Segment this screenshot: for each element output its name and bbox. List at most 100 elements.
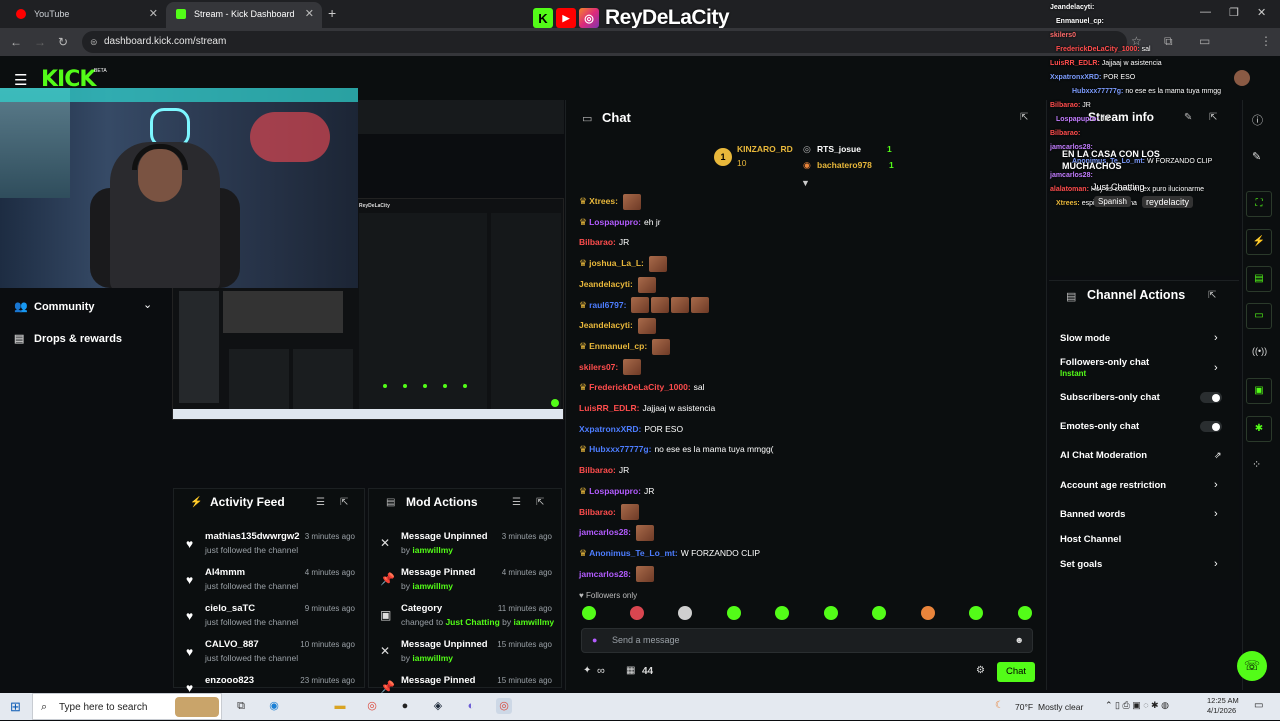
tray-icons[interactable]: ⌃ ▯ ⎙ ▣ ◌ ✱ ◍: [1105, 700, 1169, 711]
weather-desc[interactable]: Mostly clear: [1038, 702, 1083, 712]
rail-shield-button[interactable]: ▣: [1246, 378, 1272, 404]
chat-emote[interactable]: [648, 255, 667, 272]
chat-username[interactable]: Lospapupro:: [589, 486, 641, 496]
file-explorer-icon[interactable]: ▬: [332, 698, 348, 714]
gifter-name[interactable]: RTS_josue: [817, 144, 861, 154]
forward-icon[interactable]: →: [34, 35, 46, 49]
chat-username[interactable]: Bilbarao:: [579, 507, 616, 517]
chrome-active-icon[interactable]: ◎: [496, 698, 512, 714]
chat-username[interactable]: jamcarlos28:: [579, 569, 631, 579]
chevron-right-icon[interactable]: ›: [1214, 362, 1218, 374]
chat-username[interactable]: Bilbarao:: [579, 237, 616, 247]
chat-username[interactable]: joshua_La_L:: [589, 258, 644, 268]
reload-icon[interactable]: ↻: [58, 35, 68, 49]
moderator-name[interactable]: iamwillmy: [412, 653, 453, 663]
chat-username[interactable]: Hubxxx77777g:: [589, 444, 651, 454]
nav-drops-rewards[interactable]: ▤ Drops & rewards: [14, 332, 122, 345]
send-chat-button[interactable]: Chat: [997, 662, 1035, 682]
broadcast-icon[interactable]: ((•)): [1252, 346, 1267, 356]
chat-emote[interactable]: [671, 297, 690, 314]
points-icon[interactable]: ✦: [583, 665, 591, 676]
activity-user[interactable]: enzooo823: [205, 675, 254, 686]
edit-icon[interactable]: ✎: [1184, 112, 1192, 123]
chat-emote[interactable]: [651, 297, 670, 314]
emote-shortcut[interactable]: [921, 606, 935, 620]
address-bar[interactable]: ⊜ dashboard.kick.com/stream: [82, 31, 1127, 53]
info-icon[interactable]: ⓘ: [1252, 112, 1263, 128]
task-view-icon[interactable]: ⧉: [233, 698, 249, 714]
windows-start-icon[interactable]: ⊞: [10, 699, 21, 715]
category-name[interactable]: Just Chatting: [445, 617, 499, 627]
taskbar-search[interactable]: ⌕ Type here to search: [32, 693, 222, 720]
obs-icon[interactable]: ●: [397, 698, 413, 714]
chat-username[interactable]: XxpatronxXRD:: [579, 424, 641, 434]
emote-shortcut[interactable]: [727, 606, 741, 620]
clock-time[interactable]: 12:25 AM: [1207, 696, 1239, 705]
popout-icon[interactable]: ⇱: [1209, 112, 1217, 123]
chat-username[interactable]: Jeandelacyti:: [579, 320, 633, 330]
emote-shortcut[interactable]: [582, 606, 596, 620]
chat-emote[interactable]: [635, 566, 654, 583]
emote-shortcut[interactable]: [775, 606, 789, 620]
chat-emote[interactable]: [652, 338, 671, 355]
chat-emote[interactable]: [631, 297, 650, 314]
external-link-icon[interactable]: ⇗: [1214, 450, 1222, 461]
mic-icon[interactable]: ●: [592, 629, 597, 652]
emote-shortcut[interactable]: [630, 606, 644, 620]
chevron-right-icon[interactable]: ›: [1214, 332, 1218, 344]
extensions-icon[interactable]: ⧉: [1164, 34, 1173, 49]
chevron-right-icon[interactable]: ›: [1214, 558, 1218, 570]
sidepanel-icon[interactable]: ▭: [1199, 34, 1210, 48]
emote-shortcut[interactable]: [872, 606, 886, 620]
filter-icon[interactable]: ☰: [316, 497, 325, 508]
activity-user[interactable]: mathias135dwwrgw2: [205, 531, 300, 542]
steam-icon[interactable]: ◈: [430, 698, 446, 714]
notifications-icon[interactable]: ▭: [1254, 700, 1263, 711]
chevron-right-icon[interactable]: ›: [1214, 479, 1218, 491]
chat-username[interactable]: Bilbarao:: [579, 465, 616, 475]
chat-username[interactable]: Enmanuel_cp:: [589, 341, 647, 351]
support-chat-button[interactable]: ☏: [1237, 651, 1267, 681]
chat-input[interactable]: ● Send a message ☻: [581, 628, 1033, 653]
chat-emote[interactable]: [623, 359, 642, 376]
chat-emote[interactable]: [637, 276, 656, 293]
chat-username[interactable]: FrederickDeLaCity_1000:: [589, 382, 691, 392]
emote-shortcut[interactable]: [969, 606, 983, 620]
chat-emote[interactable]: [622, 193, 641, 210]
restore-icon[interactable]: ❐: [1229, 6, 1239, 19]
chat-emote[interactable]: [620, 504, 639, 521]
emoji-icon[interactable]: ☻: [1015, 629, 1024, 652]
chat-username[interactable]: Jeandelacyti:: [579, 279, 633, 289]
emote-shortcut[interactable]: [824, 606, 838, 620]
chevron-down-icon[interactable]: ⌄: [143, 298, 152, 311]
popout-icon[interactable]: ⇱: [1020, 112, 1028, 123]
tab-kick-dashboard[interactable]: Stream - Kick Dashboard ✕: [166, 2, 322, 28]
expand-gifters-icon[interactable]: ▼: [801, 178, 810, 188]
chat-username[interactable]: Xtrees:: [589, 196, 618, 206]
menu-icon[interactable]: ☰: [14, 71, 27, 89]
popout-icon[interactable]: ⇱: [1208, 290, 1216, 301]
chrome-icon[interactable]: ◎: [364, 698, 380, 714]
site-info-icon[interactable]: ⊜: [90, 31, 98, 53]
gifter-name[interactable]: bachatero978: [817, 160, 872, 170]
moderator-name[interactable]: iamwillmy: [514, 617, 555, 627]
back-icon[interactable]: ←: [10, 35, 22, 49]
nav-community[interactable]: 👥 Community: [14, 300, 95, 313]
chat-settings-icon[interactable]: ⚙: [976, 665, 985, 676]
avatar[interactable]: [1234, 70, 1250, 86]
discord-icon[interactable]: ◐: [463, 698, 479, 714]
weather-temp[interactable]: 70°F: [1015, 702, 1033, 712]
apps-icon[interactable]: ⁘: [1252, 458, 1261, 471]
popout-icon[interactable]: ⇱: [340, 497, 348, 508]
filter-icon[interactable]: ☰: [512, 497, 521, 508]
chevron-right-icon[interactable]: ›: [1214, 508, 1218, 520]
rail-tools-button[interactable]: ✱: [1246, 416, 1272, 442]
chat-emote[interactable]: [635, 524, 654, 541]
activity-user[interactable]: cielo_saTC: [205, 603, 255, 614]
rail-capture-button[interactable]: ⛶: [1246, 191, 1272, 217]
chat-username[interactable]: skilers07:: [579, 362, 618, 372]
chat-emote[interactable]: [637, 317, 656, 334]
clock-date[interactable]: 4/1/2026: [1207, 706, 1236, 715]
chat-username[interactable]: Lospapupro:: [589, 217, 641, 227]
chat-username[interactable]: Anonimus_Te_Lo_mt:: [589, 548, 678, 558]
